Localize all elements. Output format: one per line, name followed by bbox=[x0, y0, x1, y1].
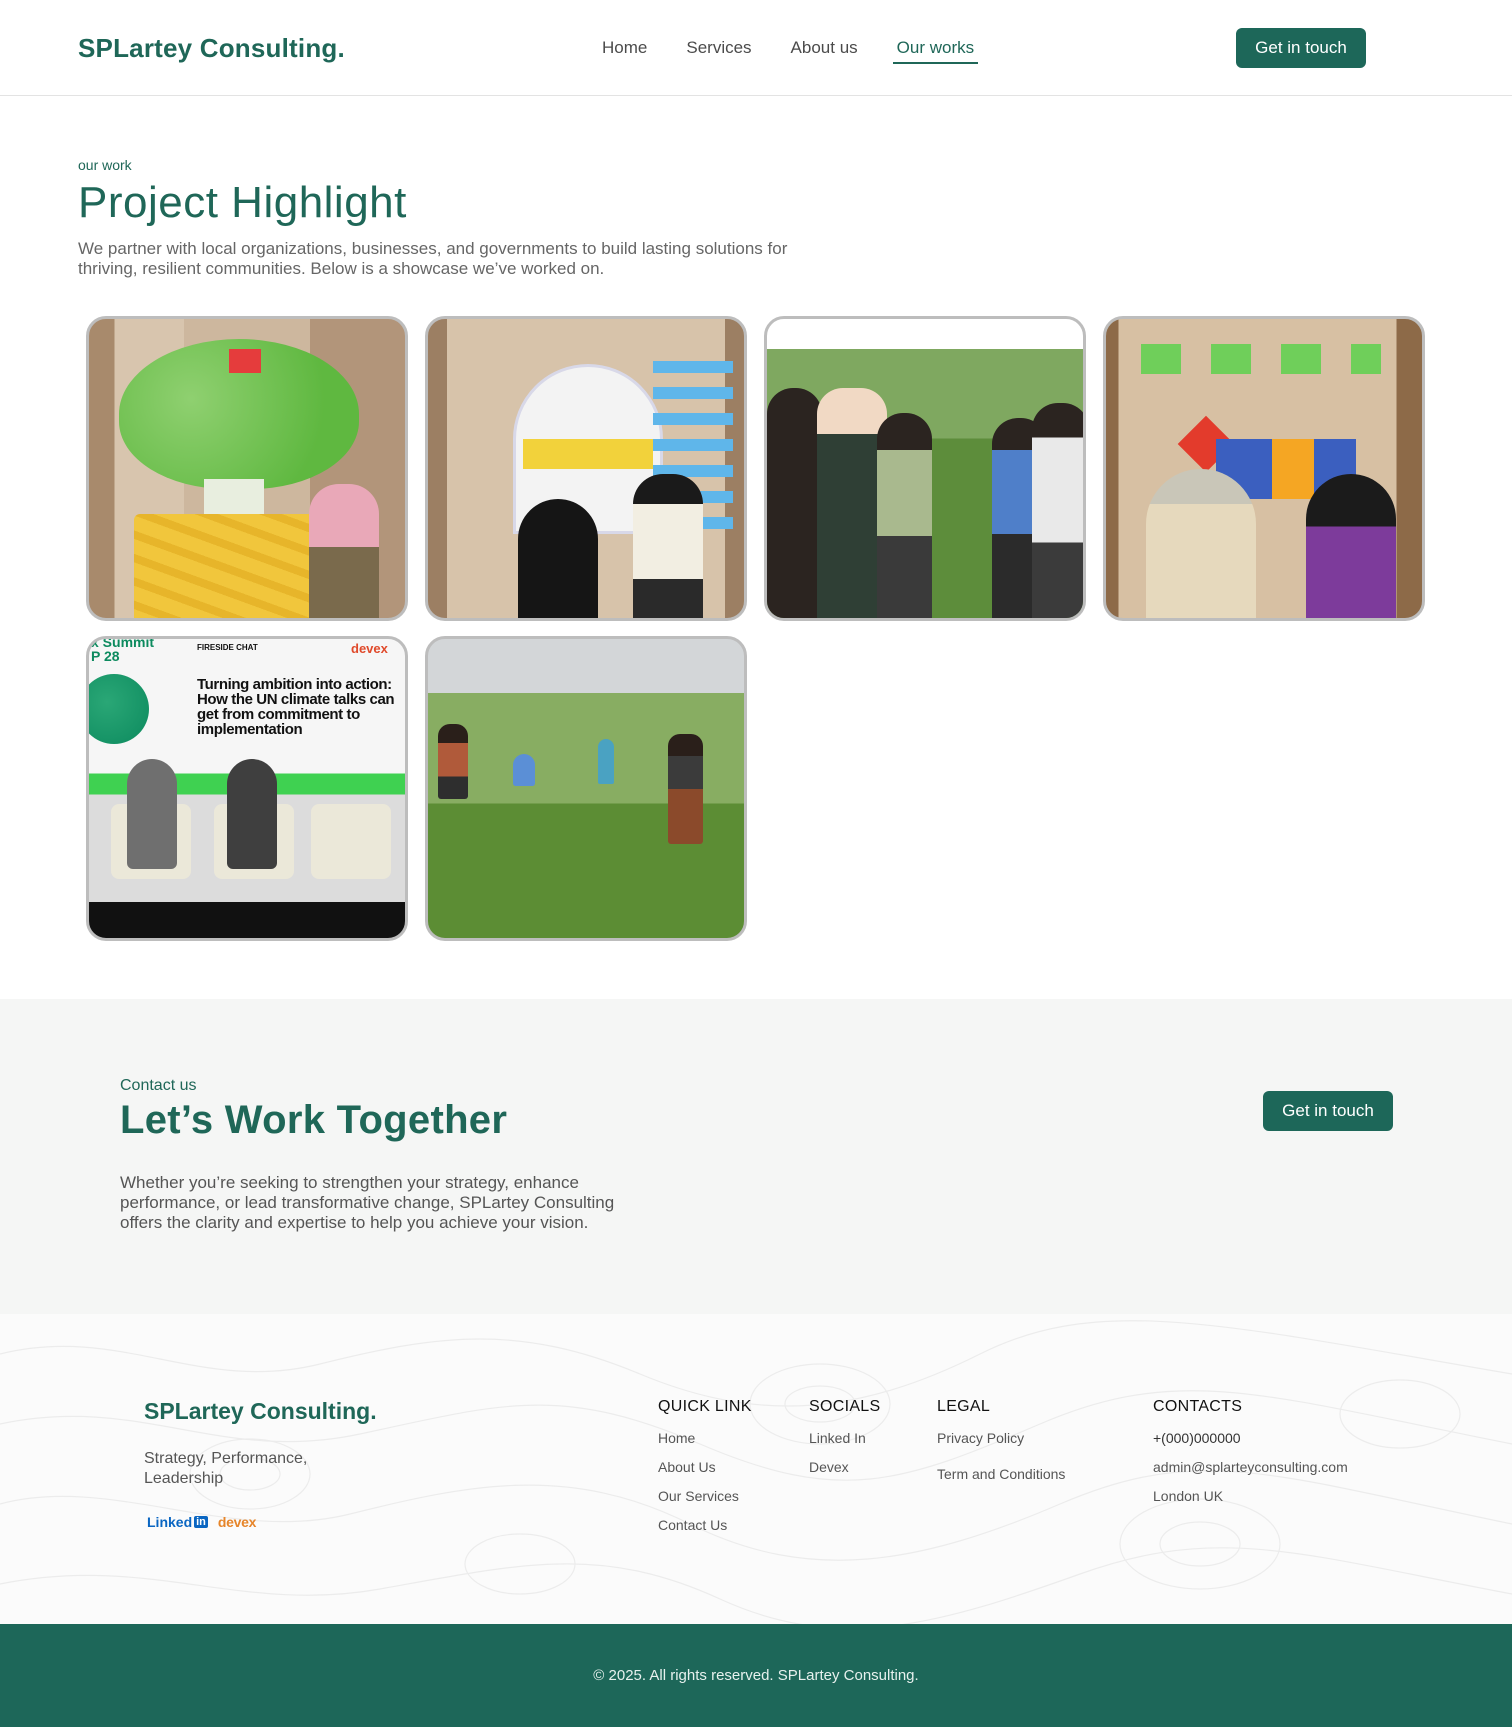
photo-detail bbox=[598, 739, 614, 784]
photo-detail bbox=[309, 484, 379, 618]
project-photo-hillside-farm[interactable] bbox=[425, 636, 747, 941]
socials-heading: SOCIALS bbox=[809, 1398, 881, 1415]
footer-quick-links: QUICK LINK Home About Us Our Services Co… bbox=[658, 1398, 752, 1546]
footer-socials: SOCIALS Linked In Devex bbox=[809, 1398, 880, 1488]
quick-link-heading: QUICK LINK bbox=[658, 1398, 752, 1415]
nav-link-home[interactable]: Home bbox=[598, 38, 651, 58]
page-title: Project Highlight bbox=[78, 178, 407, 227]
main-nav: Home Services About us Our works bbox=[598, 38, 1009, 64]
photo-detail bbox=[513, 754, 535, 786]
get-in-touch-button[interactable]: Get in touch bbox=[1236, 28, 1366, 68]
copyright-text: © 2025. All rights reserved. SPLartey Co… bbox=[593, 1667, 919, 1684]
photo-detail bbox=[877, 413, 932, 618]
linkedin-logo[interactable]: Linked in bbox=[147, 1514, 208, 1530]
project-photo-poster-wall[interactable] bbox=[425, 316, 747, 621]
cta-get-in-touch-button[interactable]: Get in touch bbox=[1263, 1091, 1393, 1131]
nav-link-services[interactable]: Services bbox=[682, 38, 755, 58]
project-photo-fireside-chat[interactable]: x Summit P 28 FIRESIDE CHAT devex Turning… bbox=[86, 636, 408, 941]
cta-eyebrow: Contact us bbox=[120, 1077, 197, 1094]
site-footer: SPLartey Consulting. Strategy, Performan… bbox=[0, 1314, 1512, 1624]
footer-logo[interactable]: SPLartey Consulting. bbox=[144, 1398, 377, 1425]
section-description: We partner with local organizations, bus… bbox=[78, 239, 788, 278]
cta-title: Let’s Work Together bbox=[120, 1098, 508, 1142]
photo-headline: Turning ambition into action: How the UN… bbox=[197, 676, 395, 738]
top-navbar: SPLartey Consulting. Home Services About… bbox=[0, 0, 1512, 96]
photo-detail bbox=[668, 734, 703, 844]
project-photo-field-group[interactable] bbox=[764, 316, 1086, 621]
photo-detail bbox=[438, 724, 468, 799]
photo-detail bbox=[1146, 469, 1256, 618]
nav-link-about[interactable]: About us bbox=[787, 38, 862, 58]
social-link-devex[interactable]: Devex bbox=[809, 1459, 880, 1475]
site-logo[interactable]: SPLartey Consulting. bbox=[78, 33, 345, 64]
footer-tagline: Strategy, Performance, Leadership bbox=[144, 1450, 308, 1487]
contact-email: admin@splarteyconsulting.com bbox=[1153, 1459, 1348, 1475]
footer-link-home[interactable]: Home bbox=[658, 1430, 752, 1446]
photo-detail bbox=[311, 804, 391, 879]
footer-contacts: CONTACTS +(000)000000 admin@splarteycons… bbox=[1153, 1398, 1348, 1517]
partner-logos: Linked in devex bbox=[147, 1514, 256, 1530]
contact-location: London UK bbox=[1153, 1488, 1224, 1504]
contact-phone: +(000)000000 bbox=[1153, 1430, 1241, 1446]
globe-icon bbox=[89, 674, 149, 744]
photo-brand-label: devex bbox=[351, 641, 388, 656]
photo-fireside-label: FIRESIDE CHAT bbox=[197, 643, 258, 652]
section-eyebrow: our work bbox=[78, 157, 132, 173]
privacy-policy-link[interactable]: Privacy Policy bbox=[937, 1430, 1065, 1446]
cta-description: Whether you’re seeking to strengthen you… bbox=[120, 1173, 615, 1232]
photo-detail bbox=[1032, 403, 1083, 618]
photo-detail bbox=[127, 759, 177, 869]
social-link-linkedin[interactable]: Linked In bbox=[809, 1430, 880, 1446]
photo-detail bbox=[523, 439, 653, 469]
devex-logo[interactable]: devex bbox=[218, 1514, 257, 1530]
photo-summit-text: x Summit P 28 bbox=[91, 636, 155, 664]
photo-detail bbox=[767, 388, 822, 618]
project-photo-exhibit-wall[interactable] bbox=[1103, 316, 1425, 621]
photo-detail bbox=[518, 499, 598, 618]
footer-link-services[interactable]: Our Services bbox=[658, 1488, 752, 1504]
contact-cta-section: Contact us Let’s Work Together Whether y… bbox=[0, 999, 1512, 1314]
photo-detail bbox=[227, 759, 277, 869]
contacts-heading: CONTACTS bbox=[1153, 1398, 1243, 1415]
terms-link[interactable]: Term and Conditions bbox=[937, 1466, 1065, 1482]
project-gallery: x Summit P 28 FIRESIDE CHAT devex Turning… bbox=[86, 316, 1426, 941]
copyright-bar: © 2025. All rights reserved. SPLartey Co… bbox=[0, 1624, 1512, 1727]
project-photo-tree-wall[interactable] bbox=[86, 316, 408, 621]
photo-detail bbox=[229, 349, 261, 373]
footer-legal: LEGAL Privacy Policy Term and Conditions bbox=[937, 1398, 1065, 1495]
legal-heading: LEGAL bbox=[937, 1398, 991, 1415]
footer-link-about[interactable]: About Us bbox=[658, 1459, 752, 1475]
photo-detail bbox=[1306, 474, 1396, 618]
photo-detail bbox=[1141, 344, 1381, 374]
photo-detail bbox=[633, 474, 703, 618]
nav-link-our-works[interactable]: Our works bbox=[892, 38, 979, 64]
footer-link-contact[interactable]: Contact Us bbox=[658, 1517, 752, 1533]
